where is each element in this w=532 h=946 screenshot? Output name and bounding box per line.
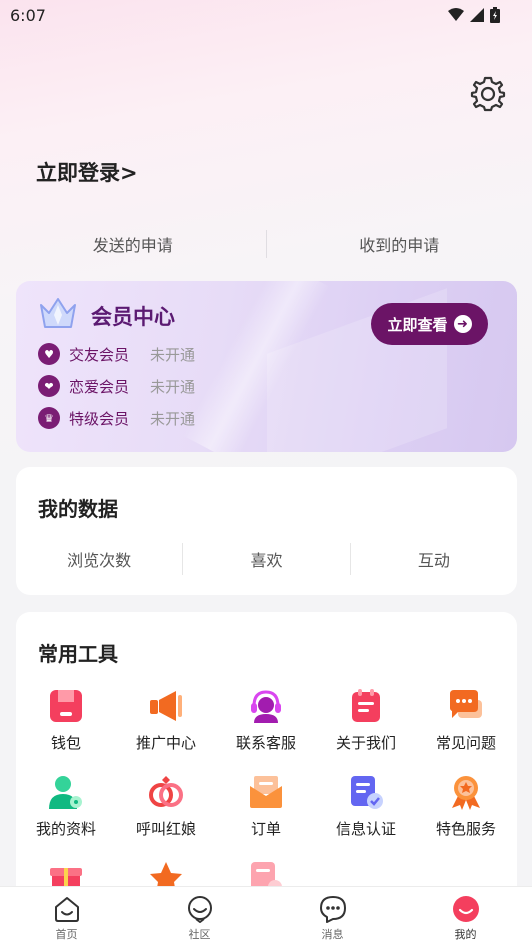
vip-item-premium: ♛ 特级会员 未开通 bbox=[38, 407, 195, 429]
tool-label: 特色服务 bbox=[435, 820, 496, 838]
interactions-item[interactable]: 互动 bbox=[351, 547, 517, 571]
heart-badge-icon: ♥ bbox=[38, 343, 60, 365]
view-now-button[interactable]: 立即查看 ➜ bbox=[371, 303, 488, 345]
vip-item-name: 交友会员 bbox=[69, 345, 130, 364]
love-badge-icon: ❤ bbox=[38, 375, 60, 397]
vip-item-love: ❤ 恋爱会员 未开通 bbox=[38, 375, 195, 397]
sent-applications-tab[interactable]: 发送的申请 bbox=[0, 232, 266, 256]
tool-label: 常见问题 bbox=[435, 734, 496, 752]
vip-item-name: 恋爱会员 bbox=[69, 377, 130, 396]
tab-me[interactable]: 我的 bbox=[399, 887, 532, 946]
tool-about-us[interactable]: 关于我们 bbox=[316, 688, 416, 774]
tool-label: 信息认证 bbox=[335, 820, 396, 838]
home-icon bbox=[54, 897, 79, 922]
status-bar: 6:07 bbox=[0, 0, 532, 30]
status-icons bbox=[448, 7, 500, 23]
vip-item-name: 特级会员 bbox=[69, 409, 130, 428]
medal-icon bbox=[452, 776, 480, 810]
received-applications-tab[interactable]: 收到的申请 bbox=[267, 232, 532, 256]
battery-icon bbox=[490, 7, 500, 23]
tool-label: 呼叫红娘 bbox=[135, 820, 196, 838]
tool-customer-service[interactable]: 联系客服 bbox=[216, 688, 316, 774]
customer-service-icon bbox=[251, 690, 281, 723]
tool-verification[interactable]: 信息认证 bbox=[316, 774, 416, 860]
tool-label: 联系客服 bbox=[235, 734, 296, 752]
tool-orders[interactable]: 订单 bbox=[216, 774, 316, 860]
tool-label: 订单 bbox=[250, 820, 281, 838]
crown-icon bbox=[40, 298, 76, 328]
vip-item-state: 未开通 bbox=[150, 377, 196, 396]
rings-icon bbox=[149, 776, 183, 807]
login-link[interactable]: 立即登录> bbox=[36, 157, 138, 187]
arrow-right-icon: ➜ bbox=[453, 315, 472, 333]
tab-community[interactable]: 社区 bbox=[133, 887, 266, 946]
tool-call-matchmaker[interactable]: 呼叫红娘 bbox=[116, 774, 216, 860]
tab-home[interactable]: 首页 bbox=[0, 887, 133, 946]
tools-title: 常用工具 bbox=[38, 642, 118, 666]
tool-label: 钱包 bbox=[50, 734, 81, 752]
view-now-label: 立即查看 bbox=[387, 315, 448, 334]
settings-gear-icon[interactable] bbox=[470, 76, 506, 112]
community-icon bbox=[187, 896, 212, 923]
signal-icon bbox=[470, 8, 484, 22]
chat-bubbles-icon bbox=[450, 690, 482, 718]
applications-row: 发送的申请 收到的申请 bbox=[0, 222, 532, 266]
tab-label: 首页 bbox=[55, 928, 78, 941]
profile-icon bbox=[49, 776, 82, 809]
crown-badge-icon: ♛ bbox=[38, 407, 60, 429]
vip-center-title: 会员中心 bbox=[91, 305, 175, 329]
tool-label: 我的资料 bbox=[35, 820, 96, 838]
tab-messages[interactable]: 消息 bbox=[266, 887, 399, 946]
my-data-title: 我的数据 bbox=[38, 497, 118, 521]
wallet-icon bbox=[50, 690, 82, 722]
vip-item-state: 未开通 bbox=[150, 345, 196, 364]
tool-promotion-center[interactable]: 推广中心 bbox=[116, 688, 216, 774]
status-time: 6:07 bbox=[10, 5, 46, 25]
verified-document-icon bbox=[351, 776, 383, 809]
browse-count-item[interactable]: 浏览次数 bbox=[16, 547, 182, 571]
tool-label: 推广中心 bbox=[135, 734, 196, 752]
tab-label: 我的 bbox=[454, 928, 477, 941]
vip-item-friend: ♥ 交友会员 未开通 bbox=[38, 343, 195, 365]
bottom-tab-bar: 首页 社区 消息 我的 bbox=[0, 886, 532, 946]
tab-label: 社区 bbox=[188, 928, 211, 941]
tab-label: 消息 bbox=[321, 928, 344, 941]
my-data-card: 我的数据 浏览次数 喜欢 互动 bbox=[16, 467, 517, 595]
clipboard-icon bbox=[352, 689, 380, 722]
message-icon bbox=[319, 896, 346, 923]
wifi-icon bbox=[448, 8, 464, 21]
tool-faq[interactable]: 常见问题 bbox=[416, 688, 516, 774]
likes-item[interactable]: 喜欢 bbox=[183, 547, 349, 571]
tool-wallet[interactable]: 钱包 bbox=[16, 688, 116, 774]
my-data-row: 浏览次数 喜欢 互动 bbox=[16, 543, 517, 575]
tool-featured-service[interactable]: 特色服务 bbox=[416, 774, 516, 860]
megaphone-icon bbox=[150, 691, 182, 721]
tool-my-profile[interactable]: 我的资料 bbox=[16, 774, 116, 860]
tool-label: 关于我们 bbox=[335, 734, 396, 752]
vip-center-card[interactable]: 会员中心 立即查看 ➜ ♥ 交友会员 未开通 ❤ 恋爱会员 未开通 ♛ 特级会员… bbox=[16, 281, 517, 452]
me-icon bbox=[452, 896, 479, 922]
envelope-icon bbox=[250, 776, 282, 808]
vip-item-state: 未开通 bbox=[150, 409, 196, 428]
